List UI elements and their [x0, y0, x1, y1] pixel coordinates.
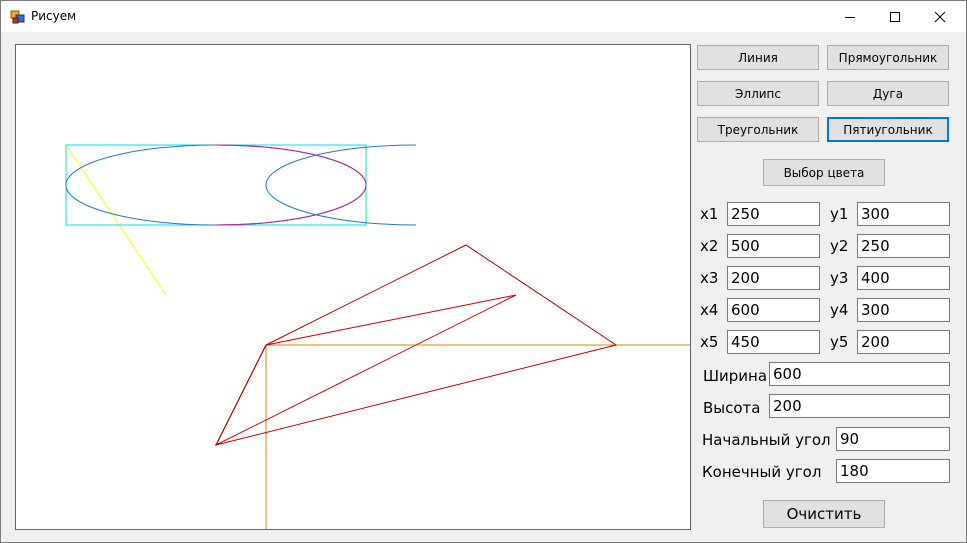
ellipse-button[interactable]: Эллипс [697, 81, 819, 106]
width-label: Ширина [703, 367, 768, 385]
x2-field[interactable]: 500 [727, 234, 820, 258]
maximize-button[interactable] [872, 1, 918, 32]
close-icon [934, 11, 946, 22]
close-button[interactable] [917, 1, 963, 32]
x3-field[interactable]: 200 [727, 266, 820, 290]
window-title: Рисуем [31, 9, 77, 23]
y3-label: y3 [830, 269, 849, 287]
triangle-button[interactable]: Треугольник [697, 117, 819, 142]
x4-label: x4 [700, 301, 719, 319]
y2-label: y2 [830, 237, 849, 255]
y5-field[interactable]: 200 [857, 330, 950, 354]
end-angle-field[interactable]: 180 [836, 459, 950, 483]
drawing-canvas[interactable] [15, 44, 691, 530]
x2-label: x2 [700, 237, 719, 255]
drawn-ellipse-partial [265, 144, 417, 226]
start-angle-label: Начальный угол [702, 431, 831, 449]
y4-label: y4 [830, 301, 849, 319]
title-bar: Рисуем [1, 1, 966, 32]
maximize-icon [890, 11, 900, 22]
height-field[interactable]: 200 [769, 394, 950, 418]
start-angle-field[interactable]: 90 [836, 427, 950, 451]
y3-field[interactable]: 400 [857, 266, 950, 290]
y1-field[interactable]: 300 [857, 202, 950, 226]
drawn-arc [215, 144, 367, 226]
width-field[interactable]: 600 [769, 362, 950, 386]
x5-label: x5 [700, 333, 719, 351]
x3-label: x3 [700, 269, 719, 287]
drawn-triangle [214, 294, 517, 447]
line-button[interactable]: Линия [697, 45, 819, 70]
x5-field[interactable]: 450 [727, 330, 820, 354]
x1-label: x1 [700, 205, 719, 223]
arc-button[interactable]: Дуга [827, 81, 949, 106]
x4-field[interactable]: 600 [727, 298, 820, 322]
clear-button[interactable]: Очистить [763, 500, 885, 528]
minimize-button[interactable] [827, 1, 873, 32]
pentagon-button[interactable]: Пятиугольник [827, 117, 949, 142]
y4-field[interactable]: 300 [857, 298, 950, 322]
y2-field[interactable]: 250 [857, 234, 950, 258]
main-window: Рисуем Линия Прямоугольник Эллипс Дуга Т… [0, 0, 967, 543]
x1-field[interactable]: 250 [727, 202, 820, 226]
color-picker-button[interactable]: Выбор цвета [763, 159, 885, 186]
y5-label: y5 [830, 333, 849, 351]
end-angle-label: Конечный угол [702, 463, 822, 481]
height-label: Высота [703, 399, 761, 417]
minimize-icon [845, 16, 855, 18]
rectangle-button[interactable]: Прямоугольник [827, 45, 949, 70]
y1-label: y1 [830, 205, 849, 223]
app-icon [10, 10, 25, 24]
